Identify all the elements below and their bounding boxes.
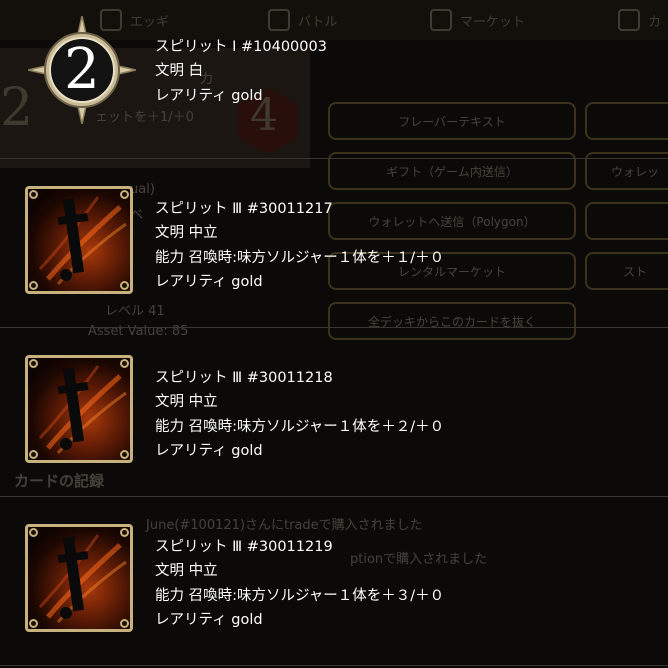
list-item[interactable]: スピリット Ⅲ #30011218 文明 中立 能力 召喚時:味方ソルジャー１体… [0,328,668,496]
card-civilization: 文明 中立 [155,225,218,242]
corner-ornament [29,528,38,537]
corner-ornament [120,450,129,459]
card-ability: 能力 召喚時:味方ソルジャー１体を＋２/＋０ [155,418,445,435]
corner-ornament [29,359,38,368]
corner-ornament [29,190,38,199]
corner-ornament [120,190,129,199]
sword-art-icon [25,524,133,632]
list-item[interactable]: 2 スピリット Ⅰ #10400003 文明 白 レアリティ gold [0,0,668,168]
card-rarity: レアリティ gold [155,87,263,104]
sword-art-icon [25,355,133,463]
corner-ornament [120,619,129,628]
card-civilization: 文明 中立 [155,563,218,580]
card-rarity: レアリティ gold [155,611,263,628]
corner-ornament [29,619,38,628]
card-info: スピリット Ⅲ #30011217 文明 中立 能力 召喚時:味方ソルジャー１体… [155,197,444,294]
card-info: スピリット Ⅲ #30011218 文明 中立 能力 召喚時:味方ソルジャー１体… [155,366,444,463]
card-name: スピリット Ⅲ #30011219 [155,539,333,555]
corner-ornament [120,281,129,290]
card-ability: 能力 召喚時:味方ソルジャー１体を＋３/＋０ [155,587,445,604]
card-rarity: レアリティ gold [155,273,263,290]
corner-ornament [120,359,129,368]
list-item[interactable]: スピリット Ⅲ #30011217 文明 中立 能力 召喚時:味方ソルジャー１体… [0,159,668,327]
card-civilization: 文明 中立 [155,394,218,411]
sword-art-icon [25,186,133,294]
card-name: スピリット Ⅲ #30011217 [155,201,333,217]
card-name: スピリット Ⅲ #30011218 [155,370,333,386]
card-civilization: 文明 白 [155,63,204,80]
divider [0,665,668,666]
corner-ornament [29,281,38,290]
badge-number: 2 [64,37,100,102]
corner-ornament [29,450,38,459]
card-name: スピリット Ⅰ #10400003 [155,39,327,55]
card-rarity: レアリティ gold [155,442,263,459]
card-ability: 能力 召喚時:味方ソルジャー１体を＋１/＋０ [155,249,445,266]
card-info: スピリット Ⅲ #30011219 文明 中立 能力 召喚時:味方ソルジャー１体… [155,535,444,632]
list-item[interactable]: スピリット Ⅲ #30011219 文明 中立 能力 召喚時:味方ソルジャー１体… [0,497,668,665]
number-badge: 2 [28,16,136,124]
corner-ornament [120,528,129,537]
card-info: スピリット Ⅰ #10400003 文明 白 レアリティ gold [155,35,327,108]
